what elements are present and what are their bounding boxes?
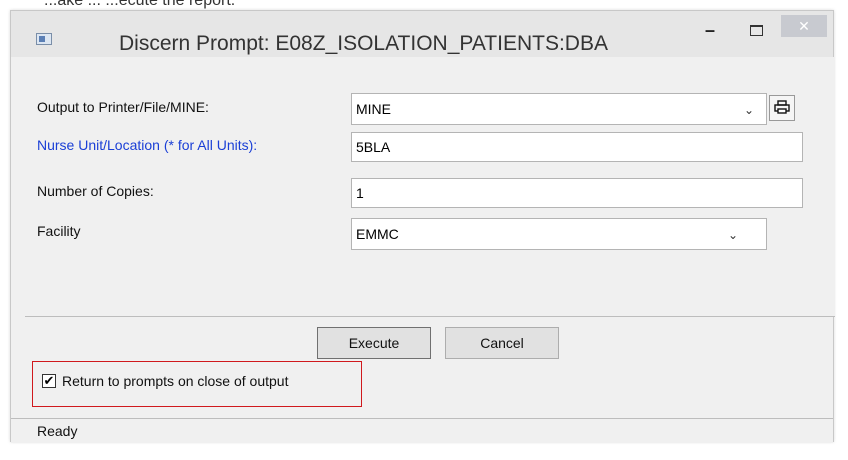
maximize-button[interactable] [744,21,768,43]
copies-label: Number of Copies: [37,183,154,199]
facility-label: Facility [37,223,81,239]
return-to-prompts-option: ✔ Return to prompts on close of output [32,361,362,407]
status-text: Ready [37,423,78,439]
output-label: Output to Printer/File/MINE: [37,99,209,115]
output-value: MINE [356,101,391,117]
minimize-button[interactable]: – [698,21,722,43]
copies-input[interactable]: 1 [351,178,803,208]
status-bar: Ready [11,418,833,443]
output-select[interactable]: MINE ⌄ [351,93,767,125]
nurse-unit-input[interactable]: 5BLA [351,132,803,162]
chevron-down-icon: ⌄ [728,228,739,242]
execute-button[interactable]: Execute [317,327,431,359]
facility-value: EMMC [356,226,399,242]
return-to-prompts-checkbox[interactable]: ✔ [42,374,56,388]
printer-button[interactable] [769,95,795,121]
facility-select[interactable]: EMMC ⌄ [351,218,767,250]
background-partial-text: ...ake ... ...ecute the report. [44,0,236,9]
discern-prompt-window: Discern Prompt: E08Z_ISOLATION_PATIENTS:… [10,10,835,443]
cancel-button[interactable]: Cancel [445,327,559,359]
nurse-unit-label: Nurse Unit/Location (* for All Units): [37,137,258,153]
maximize-icon [749,25,763,36]
chevron-down-icon: ⌄ [744,103,755,117]
title-bar: Discern Prompt: E08Z_ISOLATION_PATIENTS:… [11,11,833,57]
return-to-prompts-label[interactable]: Return to prompts on close of output [62,373,288,389]
prompt-form: Output to Printer/File/MINE: MINE ⌄ Nurs… [25,57,835,317]
window-title: Discern Prompt: E08Z_ISOLATION_PATIENTS:… [119,32,608,55]
printer-icon [774,100,790,114]
close-button[interactable]: ✕ [781,15,827,37]
app-window-icon [36,33,52,45]
